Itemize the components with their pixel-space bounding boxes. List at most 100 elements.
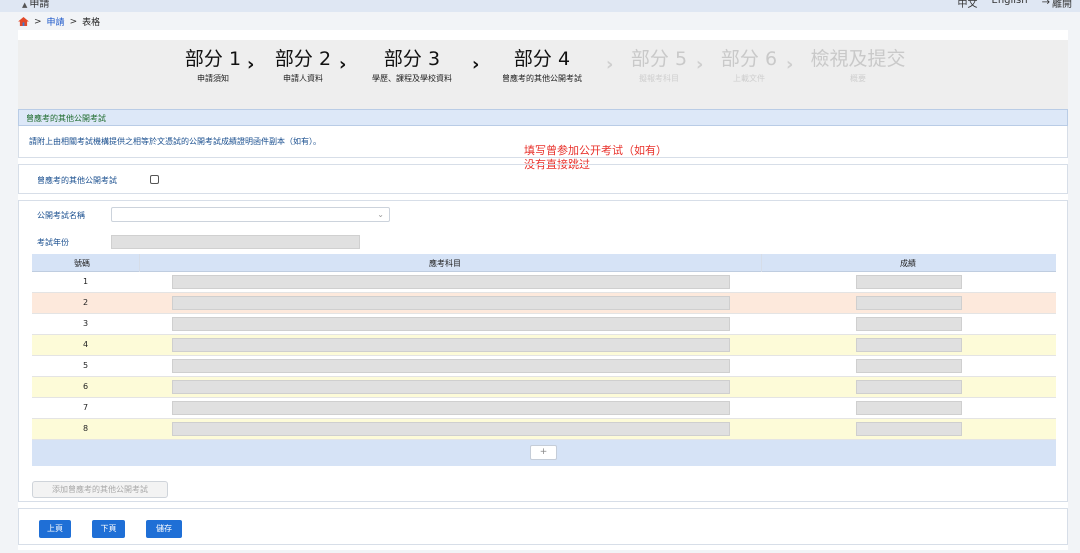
col-header-number: 號碼: [74, 259, 90, 268]
row-number: 2: [82, 298, 89, 307]
step-title: 檢視及提交: [810, 48, 906, 70]
subject-input[interactable]: [172, 401, 730, 415]
table-row: 1: [32, 272, 1056, 293]
chevron-right-icon: ›: [696, 54, 704, 75]
chevron-right-icon: ›: [339, 54, 347, 75]
checkbox-label: 曾應考的其他公開考試: [37, 176, 117, 185]
lang-zh-link[interactable]: 中文: [958, 0, 978, 10]
save-button[interactable]: 儲存: [146, 520, 182, 538]
step-progress-bar: 部分 1 申請須知 › 部分 2 申請人資料 › 部分 3 學歷、課程及學校資料…: [18, 40, 1068, 110]
step-subtitle: 擬報考科目: [639, 74, 679, 83]
step-subtitle: 學歷、課程及學校資料: [372, 74, 452, 83]
other-exam-checkbox-row: 曾應考的其他公開考試: [18, 164, 1068, 194]
table-row: 2: [32, 293, 1056, 314]
chevron-down-icon: ⌄: [377, 210, 384, 219]
breadcrumb: > 申請 > 表格: [18, 15, 100, 28]
subject-input[interactable]: [172, 317, 730, 331]
grade-input[interactable]: [856, 359, 962, 373]
lang-en-link[interactable]: English: [992, 0, 1028, 10]
step-subtitle: 申請人資料: [283, 74, 323, 83]
subjects-table: 號碼 應考科目 成績 1 2 3 4 5 6 7 8 +: [32, 254, 1056, 466]
step-1[interactable]: 部分 1 申請須知: [178, 46, 248, 84]
step-title: 部分 3: [383, 48, 441, 70]
top-app-bar: ▲ 申請 中文 English → 離開: [0, 0, 1080, 12]
add-row-button[interactable]: +: [530, 445, 557, 460]
row-number: 7: [82, 403, 89, 412]
home-icon[interactable]: [18, 17, 29, 26]
app-title-label: 申請: [29, 0, 50, 10]
subject-input[interactable]: [172, 296, 730, 310]
table-row: 7: [32, 398, 1056, 419]
step-title: 部分 6: [720, 48, 778, 70]
prev-page-button[interactable]: 上頁: [39, 520, 71, 538]
row-number: 5: [82, 361, 89, 370]
collapse-arrow-icon: ▲: [22, 1, 28, 9]
table-row: 4: [32, 335, 1056, 356]
chevron-right-icon: ›: [786, 54, 794, 75]
breadcrumb-current: 表格: [82, 18, 101, 28]
chevron-right-icon: ›: [247, 54, 255, 75]
section-note: 請附上由相關考試機構提供之相等於文憑試的公開考試成績證明函件副本（如有）。: [29, 137, 321, 146]
section-title: 曾應考的其他公開考試: [26, 114, 106, 123]
logout-label: 離開: [1052, 0, 1072, 10]
exam-year-label: 考試年份: [37, 238, 69, 247]
other-exam-checkbox[interactable]: [150, 175, 159, 184]
subject-input[interactable]: [172, 338, 730, 352]
step-5: 部分 5 擬報考科目: [624, 46, 694, 84]
step-subtitle: 曾應考的其他公開考試: [502, 74, 582, 83]
logout-link[interactable]: → 離開: [1042, 0, 1072, 10]
subject-input[interactable]: [172, 380, 730, 394]
subject-input[interactable]: [172, 275, 730, 289]
breadcrumb-link-apply[interactable]: 申請: [47, 15, 65, 28]
chevron-right-icon: ›: [606, 54, 614, 75]
exam-name-select[interactable]: ⌄: [111, 207, 390, 222]
step-subtitle: 概要: [850, 74, 866, 83]
table-row: 6: [32, 377, 1056, 398]
exam-name-label: 公開考試名稱: [37, 211, 85, 220]
exam-form-area: 公開考試名稱 ⌄ 考試年份 號碼 應考科目 成績 1 2 3 4 5 6 7 8…: [18, 200, 1068, 502]
step-2[interactable]: 部分 2 申請人資料: [268, 46, 338, 84]
subject-input[interactable]: [172, 422, 730, 436]
row-number: 4: [82, 340, 89, 349]
step-title: 部分 2: [274, 48, 332, 70]
subject-input[interactable]: [172, 359, 730, 373]
step-6: 部分 6 上載文件: [714, 46, 784, 84]
row-number: 1: [82, 277, 89, 286]
grade-input[interactable]: [856, 275, 962, 289]
table-header: 號碼 應考科目 成績: [32, 254, 1056, 272]
grade-input[interactable]: [856, 380, 962, 394]
step-3[interactable]: 部分 3 學歷、課程及學校資料: [358, 46, 466, 84]
table-row: 8: [32, 419, 1056, 440]
table-row: 3: [32, 314, 1056, 335]
step-title: 部分 4: [513, 48, 571, 70]
top-right-links: 中文 English → 離開: [958, 0, 1073, 10]
col-header-subject: 應考科目: [429, 259, 461, 268]
grade-input[interactable]: [856, 422, 962, 436]
footer-actions: 上頁 下頁 儲存: [18, 508, 1068, 545]
col-header-grade: 成績: [900, 259, 916, 268]
row-number: 8: [82, 424, 89, 433]
next-page-button[interactable]: 下頁: [92, 520, 125, 538]
exam-year-input[interactable]: [111, 235, 360, 249]
chevron-right-icon: ›: [472, 54, 480, 75]
breadcrumb-separator: >: [69, 16, 78, 27]
row-number: 6: [82, 382, 89, 391]
grade-input[interactable]: [856, 296, 962, 310]
app-title[interactable]: ▲ 申請: [22, 0, 49, 10]
grade-input[interactable]: [856, 338, 962, 352]
step-4[interactable]: 部分 4 曾應考的其他公開考試: [492, 46, 592, 84]
step-title: 部分 1: [184, 48, 242, 70]
main-panel: 部分 1 申請須知 › 部分 2 申請人資料 › 部分 3 學歷、課程及學校資料…: [18, 30, 1068, 550]
row-number: 3: [82, 319, 89, 328]
logout-arrow-icon: →: [1041, 0, 1050, 8]
add-row-bar: +: [32, 440, 1056, 466]
add-exam-button[interactable]: 添加曾應考的其他公開考試: [32, 481, 168, 498]
step-subtitle: 上載文件: [733, 74, 765, 83]
step-subtitle: 申請須知: [197, 74, 229, 83]
annotation-line-1: 填写曾参加公开考试（如有）: [524, 144, 667, 157]
step-title: 部分 5: [630, 48, 688, 70]
table-row: 5: [32, 356, 1056, 377]
grade-input[interactable]: [856, 401, 962, 415]
step-review-submit: 檢視及提交 概要: [806, 46, 910, 84]
grade-input[interactable]: [856, 317, 962, 331]
